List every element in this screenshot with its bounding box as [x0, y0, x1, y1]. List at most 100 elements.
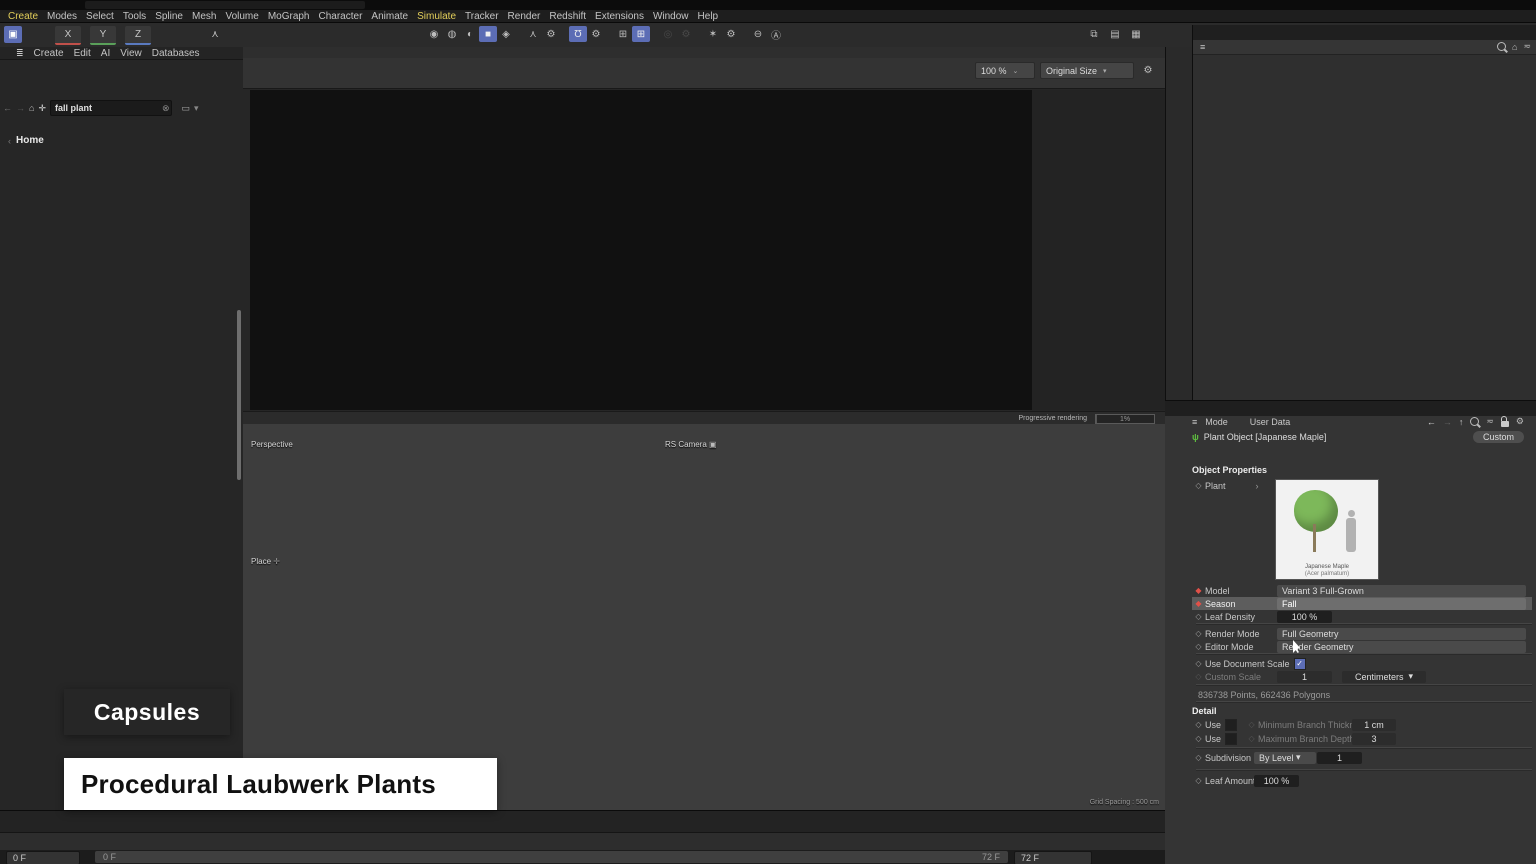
timeline-ruler[interactable] [0, 832, 1165, 851]
menu-select[interactable]: Select [86, 11, 114, 22]
size-dropdown[interactable]: Original Size▾ [1040, 62, 1134, 79]
key-diamond-icon[interactable]: ◇ [1192, 612, 1205, 621]
breadcrumb-back-icon[interactable]: ‹ [8, 136, 11, 146]
perspective-viewport[interactable]: Perspective RS Camera ▣ Place ✛ Grid Spa… [243, 424, 1165, 810]
workplane-icon[interactable]: ◎ [659, 26, 677, 42]
menu-modes[interactable]: Modes [47, 11, 77, 22]
add-icon[interactable]: ✛ [38, 103, 46, 114]
live-selection-icon[interactable]: ◉ [425, 26, 443, 42]
forward-arrow-icon[interactable]: → [16, 103, 25, 113]
animated-diamond-icon[interactable]: ◆ [1192, 586, 1205, 595]
key-diamond-icon[interactable]: ◇ [1192, 734, 1205, 743]
season-dropdown[interactable]: Fall [1277, 598, 1526, 610]
coordinate-system-icon[interactable]: ⋏ [205, 26, 225, 43]
render-mode-dropdown[interactable]: Full Geometry [1277, 628, 1526, 640]
key-diamond-icon[interactable]: ◇ [1192, 776, 1205, 785]
gear-icon[interactable]: ⚙ [722, 26, 740, 42]
move-icon[interactable]: ◍ [443, 26, 461, 42]
hamburger-icon[interactable]: ≡ [1200, 42, 1205, 52]
mode-menu[interactable]: Mode [1205, 417, 1228, 427]
leaf-density-field[interactable]: 100 % [1277, 611, 1332, 623]
model-dropdown[interactable]: Variant 3 Full-Grown [1277, 585, 1526, 597]
key-diamond-icon[interactable]: ◇ [1192, 720, 1205, 729]
gear-icon[interactable]: ⚙ [1516, 416, 1524, 427]
gear-icon[interactable]: ⚙ [677, 26, 695, 42]
menu-mesh[interactable]: Mesh [192, 11, 216, 22]
breadcrumb-home[interactable]: Home [16, 135, 44, 146]
filter-icon[interactable]: ≂ [1486, 416, 1494, 427]
menu-render[interactable]: Render [508, 11, 541, 22]
up-icon[interactable]: ↑ [1459, 417, 1464, 427]
gear-icon[interactable]: ⚙ [1139, 63, 1157, 79]
back-arrow-icon[interactable]: ← [3, 103, 12, 113]
back-icon[interactable]: ← [1427, 417, 1436, 427]
menu-extensions[interactable]: Extensions [595, 11, 644, 22]
rotate-icon[interactable]: ◈ [497, 26, 515, 42]
subdivision-mode-dropdown[interactable]: By Level ▾ [1254, 752, 1316, 764]
min-branch-use-checkbox[interactable] [1225, 719, 1237, 731]
range-end-field[interactable]: 72 F [1014, 851, 1092, 864]
model-mode-icon[interactable]: ■ [479, 26, 497, 42]
asset-menu-edit[interactable]: Edit [74, 48, 91, 59]
home-icon[interactable]: ⌂ [29, 103, 34, 113]
list-icon[interactable]: ≣ [16, 48, 24, 59]
key-diamond-icon[interactable]: ◇ [1192, 659, 1205, 668]
range-slider[interactable]: 0 F 72 F [95, 851, 1008, 863]
gear-icon[interactable]: ⚙ [587, 26, 605, 42]
search-input[interactable] [50, 100, 172, 116]
dropdown-icon[interactable]: ▾ [194, 103, 199, 114]
quantize-icon[interactable]: ⊞ [632, 26, 650, 42]
disable-icon[interactable]: ⊖ [749, 26, 767, 42]
menu-window[interactable]: Window [653, 11, 689, 22]
clear-search-icon[interactable]: ⊗ [162, 103, 170, 114]
zoom-spinner[interactable]: 100 %⌄ [975, 62, 1035, 79]
key-diamond-icon[interactable]: ◇ [1192, 481, 1205, 490]
search-icon[interactable] [1470, 417, 1479, 426]
menu-simulate[interactable]: Simulate [417, 11, 456, 22]
asset-menu-ai[interactable]: AI [101, 48, 110, 59]
forward-icon[interactable]: → [1443, 417, 1452, 427]
viewport-view-label[interactable]: Perspective [251, 440, 293, 449]
expand-arrow-icon[interactable]: › [1256, 481, 1259, 491]
menu-tools[interactable]: Tools [123, 11, 146, 22]
hierarchy-icon[interactable]: ⋏ [524, 26, 542, 42]
menu-animate[interactable]: Animate [371, 11, 408, 22]
grid-icon[interactable]: ⊞ [614, 26, 632, 42]
hamburger-icon[interactable]: ≡ [1192, 417, 1197, 427]
asset-menu-databases[interactable]: Databases [152, 48, 200, 59]
axis-y-button[interactable]: Y [90, 26, 116, 45]
gear-icon[interactable]: ⚙ [542, 26, 560, 42]
menu-mograph[interactable]: MoGraph [268, 11, 310, 22]
menu-create[interactable]: Create [8, 11, 38, 22]
menu-character[interactable]: Character [319, 11, 363, 22]
user-data-menu[interactable]: User Data [1250, 417, 1291, 427]
database-icon[interactable]: ▭ [182, 103, 191, 114]
key-diamond-icon[interactable]: ◇ [1192, 642, 1205, 651]
subdivision-field[interactable]: 1 [1317, 752, 1362, 764]
symmetry-icon[interactable]: ✶ [704, 26, 722, 42]
menu-redshift[interactable]: Redshift [549, 11, 586, 22]
filter-icon[interactable]: ≂ [1523, 41, 1531, 52]
render-settings-button[interactable]: ▦ [1127, 26, 1145, 42]
render-view-button[interactable]: ⧉ [1085, 26, 1103, 42]
scale-icon[interactable]: ◐ [461, 26, 479, 42]
menu-spline[interactable]: Spline [155, 11, 183, 22]
max-branch-use-checkbox[interactable] [1225, 733, 1237, 745]
last-tool-button[interactable]: ▣ [4, 26, 22, 43]
asset-scrollbar[interactable] [237, 310, 241, 480]
search-icon[interactable] [1497, 42, 1506, 51]
editor-mode-dropdown[interactable]: Render Geometry [1277, 641, 1526, 653]
menu-help[interactable]: Help [698, 11, 719, 22]
menu-tracker[interactable]: Tracker [465, 11, 499, 22]
range-start-field[interactable]: 0 F [6, 851, 80, 864]
key-diamond-icon[interactable]: ◇ [1192, 629, 1205, 638]
render-button[interactable]: ▤ [1106, 26, 1124, 42]
auto-icon[interactable]: Ⓐ [767, 26, 785, 42]
magnet-icon[interactable]: Ʊ [569, 26, 587, 42]
asset-menu-view[interactable]: View [120, 48, 142, 59]
asset-menu-create[interactable]: Create [34, 48, 64, 59]
custom-button[interactable]: Custom [1473, 431, 1524, 443]
viewport-tool-label[interactable]: Place ✛ [251, 557, 280, 566]
axis-x-button[interactable]: X [55, 26, 81, 45]
leaf-amount-field[interactable]: 100 % [1254, 775, 1299, 787]
